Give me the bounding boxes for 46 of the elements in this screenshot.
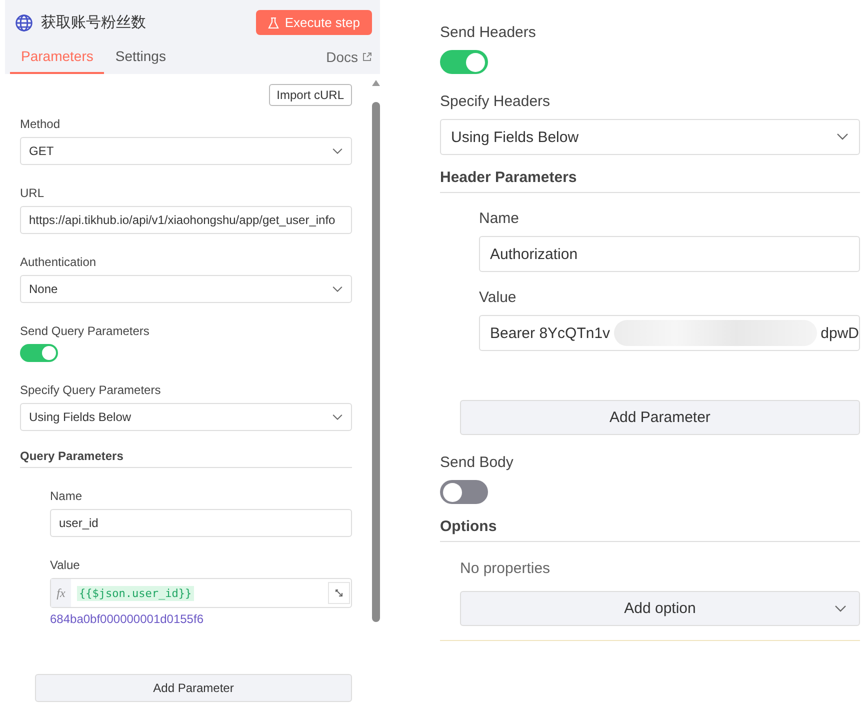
add-option-button[interactable]: Add option: [460, 591, 860, 626]
select-field[interactable]: GET: [20, 137, 352, 165]
chevron-down-icon: [332, 286, 343, 292]
docs-link[interactable]: Docs: [326, 49, 358, 65]
add-parameter-button[interactable]: Add Parameter: [460, 400, 860, 435]
external-link-icon: [362, 52, 372, 62]
chevron-down-icon: [332, 148, 343, 154]
field-label: Send Query Parameters: [20, 324, 150, 338]
node-title: 获取账号粉丝数: [41, 13, 147, 32]
scrollbar-thumb[interactable]: [372, 102, 380, 622]
empty-message: No properties: [460, 560, 550, 577]
toggle-switch[interactable]: [20, 344, 58, 362]
field-label: Authentication: [20, 255, 96, 269]
section-title: Options: [440, 518, 497, 535]
field-label: URL: [20, 186, 44, 200]
field-label: Method: [20, 117, 60, 131]
chevron-down-icon: [332, 414, 343, 420]
flask-icon: [268, 16, 279, 28]
chevron-down-icon: [834, 605, 847, 613]
select-field[interactable]: Using Fields Below: [20, 403, 352, 431]
url-field[interactable]: https://api.tikhub.io/api/v1/xiaohongshu/app/get_user_info: [20, 206, 352, 234]
tab[interactable]: Settings: [104, 43, 177, 74]
field-label: Specify Query Parameters: [20, 383, 161, 397]
select-field[interactable]: Using Fields Below: [440, 119, 860, 155]
name-field[interactable]: user_id: [50, 509, 352, 537]
field-label: Send Body: [440, 454, 514, 471]
chevron-down-icon: [836, 133, 849, 141]
expand-icon: [334, 588, 344, 598]
add-parameter-button[interactable]: Add Parameter: [35, 674, 352, 702]
section-title: Header Parameters: [440, 169, 577, 186]
toggle-switch[interactable]: [440, 480, 488, 504]
name-field[interactable]: Authorization: [479, 236, 860, 272]
field-label: Name: [479, 210, 520, 227]
section-title: Query Parameters: [20, 449, 124, 463]
globe-icon: [15, 14, 33, 32]
field-label: Specify Headers: [440, 93, 550, 110]
toggle-switch[interactable]: [440, 50, 488, 74]
value-field[interactable]: Bearer 8YcQTn1v dpwD: [479, 315, 860, 351]
field-label: Value: [50, 558, 80, 572]
field-label: Send Headers: [440, 24, 536, 41]
import-curl-button[interactable]: Import cURL: [268, 84, 352, 106]
field-label: Value: [479, 289, 516, 306]
resolved-value: 684ba0bf000000001d0155f6: [50, 612, 204, 626]
scroll-up-icon: [372, 80, 380, 86]
select-field[interactable]: None: [20, 275, 352, 303]
field-label: Name: [50, 489, 82, 503]
